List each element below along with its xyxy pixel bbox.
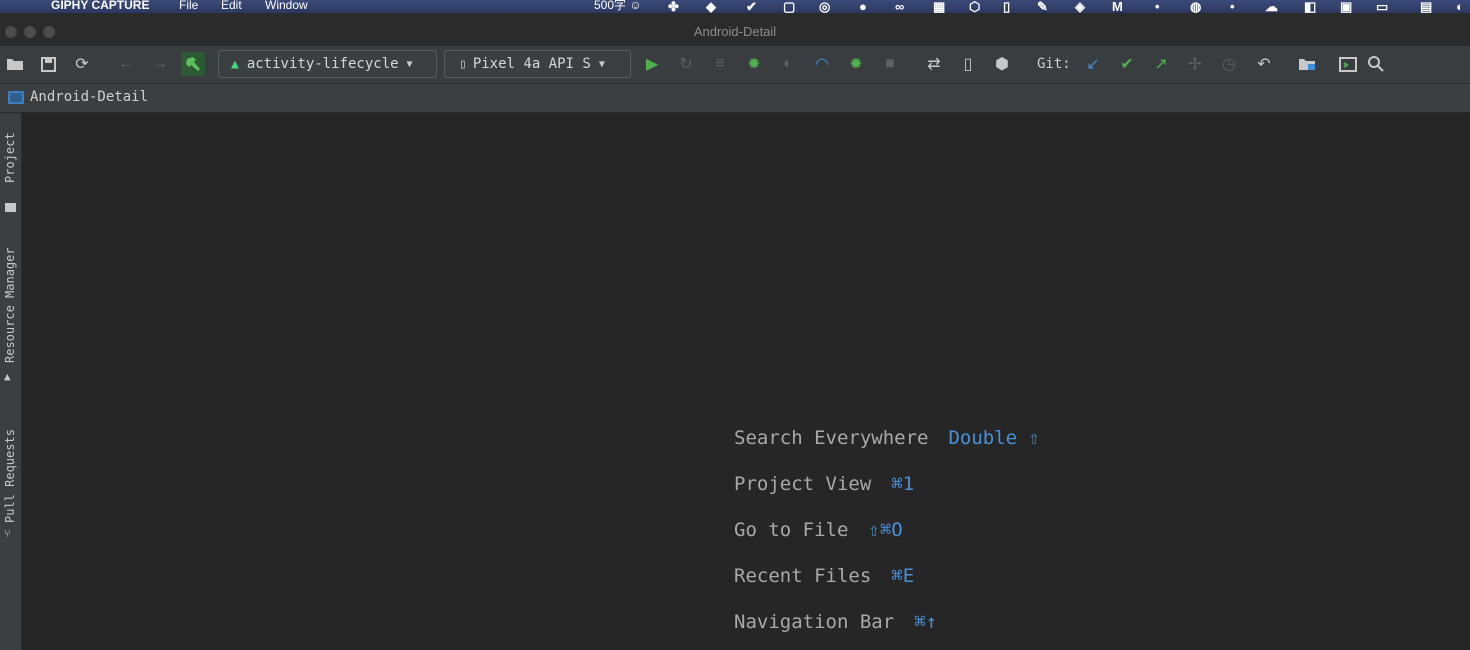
device-selector-dropdown[interactable]: ▯ Pixel 4a API S ▼ — [444, 50, 631, 78]
status-word-count[interactable]: 500字 ☺ — [594, 0, 642, 13]
sdk-manager-icon[interactable]: ⬢ — [990, 52, 1014, 76]
tray-icon[interactable]: ▯ — [1003, 0, 1010, 13]
main-toolbar: ⟳ ← → ▲ activity-lifecycle ▼ ▯ Pixel 4a … — [0, 46, 1470, 84]
tray-icon[interactable]: ▣ — [1340, 0, 1352, 13]
hint-label: Project View — [734, 473, 872, 495]
hint-label: Recent Files — [734, 565, 872, 587]
project-structure-icon[interactable] — [1295, 52, 1319, 76]
forward-arrow-icon[interactable]: → — [148, 52, 172, 76]
search-icon[interactable] — [1364, 52, 1388, 76]
tray-icon[interactable]: ◎ — [819, 0, 830, 13]
window-title: Android-Detail — [693, 24, 777, 39]
run-config-label: activity-lifecycle — [246, 56, 399, 72]
hint-navigation-bar: Navigation Bar ⌘↑ — [734, 611, 937, 633]
git-merge-icon[interactable]: ✢ — [1183, 52, 1207, 76]
attach-debugger-icon[interactable]: ✹ — [844, 52, 868, 76]
hint-shortcut: ⇧⌘O — [868, 519, 903, 541]
device-icon: ▯ — [459, 56, 467, 72]
folder-icon — [5, 203, 16, 212]
tool-tab-resource-manager[interactable]: Resource Manager ▲ — [0, 233, 21, 383]
hint-project-view: Project View ⌘1 — [734, 473, 914, 495]
sync-icon[interactable]: ⟳ — [70, 52, 94, 76]
device-label: Pixel 4a API S — [472, 56, 591, 72]
hint-label: Search Everywhere — [734, 427, 929, 449]
tray-icon[interactable]: ✔ — [746, 0, 757, 13]
run-icon[interactable]: ▶ — [640, 52, 664, 76]
rollback-icon[interactable]: ↶ — [1252, 52, 1276, 76]
android-icon: ▲ — [231, 56, 239, 72]
tool-tab-project[interactable]: Project — [0, 123, 21, 212]
terminal-icon[interactable] — [1336, 52, 1360, 76]
git-commit-icon[interactable]: ✔ — [1115, 52, 1139, 76]
hint-search-everywhere: Search Everywhere Double ⇧ — [734, 427, 1040, 449]
tray-icon[interactable]: ▢ — [783, 0, 795, 13]
debug-icon[interactable]: ✹ — [742, 52, 766, 76]
tray-icon[interactable]: ✎ — [1037, 0, 1048, 13]
tray-icon[interactable]: ● — [859, 0, 867, 13]
wechat-icon[interactable]: ☁ — [1265, 0, 1278, 13]
tray-icon[interactable]: M — [1112, 0, 1123, 13]
app-name-menu[interactable]: GIPHY CAPTURE — [51, 0, 149, 13]
back-arrow-icon[interactable]: ← — [114, 52, 138, 76]
git-update-icon[interactable]: ↙ — [1081, 52, 1105, 76]
menu-window[interactable]: Window — [265, 0, 308, 13]
pull-request-icon: ⑂ — [4, 527, 11, 540]
window-title-bar: Android-Detail — [0, 13, 1470, 47]
hint-shortcut: ⌘↑ — [914, 611, 938, 633]
macos-menu-bar: GIPHY CAPTURE File Edit Window 500字 ☺ ✤ … — [0, 0, 1470, 13]
tray-icon[interactable]: ▦ — [933, 0, 945, 13]
hint-recent-files: Recent Files ⌘E — [734, 565, 914, 587]
tray-icon[interactable]: ▤ — [1420, 0, 1432, 13]
build-hammer-icon[interactable] — [181, 52, 205, 76]
open-folder-icon[interactable] — [3, 52, 27, 76]
menu-edit[interactable]: Edit — [221, 0, 242, 13]
tray-icon[interactable]: ◐ — [1456, 0, 1464, 13]
stop-icon[interactable]: ■ — [878, 52, 902, 76]
tool-window-strip: Project Resource Manager ▲ Pull Requests… — [0, 113, 22, 650]
run-configuration-dropdown[interactable]: ▲ activity-lifecycle ▼ — [218, 50, 437, 78]
sync-gradle-icon[interactable]: ⇄ — [922, 52, 946, 76]
breadcrumb[interactable]: Android-Detail — [8, 89, 148, 105]
menu-file[interactable]: File — [179, 0, 198, 13]
hint-shortcut: Double ⇧ — [948, 427, 1040, 449]
hint-shortcut: ⌘1 — [891, 473, 915, 495]
tray-icon[interactable]: ◈ — [1075, 0, 1085, 13]
hint-shortcut: ⌘E — [891, 565, 915, 587]
tray-icon[interactable]: • — [1230, 0, 1235, 13]
chevron-down-icon: ▼ — [598, 58, 605, 70]
battery-icon[interactable]: ▭ — [1376, 0, 1388, 13]
breadcrumb-project[interactable]: Android-Detail — [30, 89, 148, 105]
hint-label: Navigation Bar — [734, 611, 895, 633]
tray-icon[interactable]: ∞ — [895, 0, 904, 13]
hint-go-to-file: Go to File ⇧⌘O — [734, 519, 903, 541]
tray-icon[interactable]: ◍ — [1190, 0, 1201, 13]
device-manager-icon[interactable]: ▯ — [956, 52, 980, 76]
tray-icon[interactable]: ⬡ — [969, 0, 980, 13]
apply-code-changes-icon[interactable]: ≡ — [708, 52, 732, 76]
tray-icon[interactable]: • — [1155, 0, 1160, 13]
git-history-icon[interactable]: ◷ — [1217, 52, 1241, 76]
project-folder-icon — [8, 90, 24, 104]
apply-changes-icon[interactable]: ↻ — [674, 52, 698, 76]
coverage-icon[interactable]: ◐ — [776, 52, 800, 76]
git-push-icon[interactable]: ↗ — [1149, 52, 1173, 76]
save-icon[interactable] — [36, 52, 60, 76]
resources-icon: ▲ — [4, 370, 11, 383]
profile-icon[interactable]: ◠ — [810, 52, 834, 76]
chevron-down-icon: ▼ — [406, 58, 413, 70]
tray-icon[interactable]: ✤ — [668, 0, 679, 13]
tray-icon[interactable]: ◆ — [706, 0, 716, 13]
hint-label: Go to File — [734, 519, 849, 541]
git-label: Git: — [1037, 56, 1071, 72]
navigation-bar: Android-Detail — [0, 84, 1470, 113]
tool-tab-pull-requests[interactable]: Pull Requests ⑂ — [0, 413, 21, 543]
tray-icon[interactable]: ◧ — [1304, 0, 1316, 13]
